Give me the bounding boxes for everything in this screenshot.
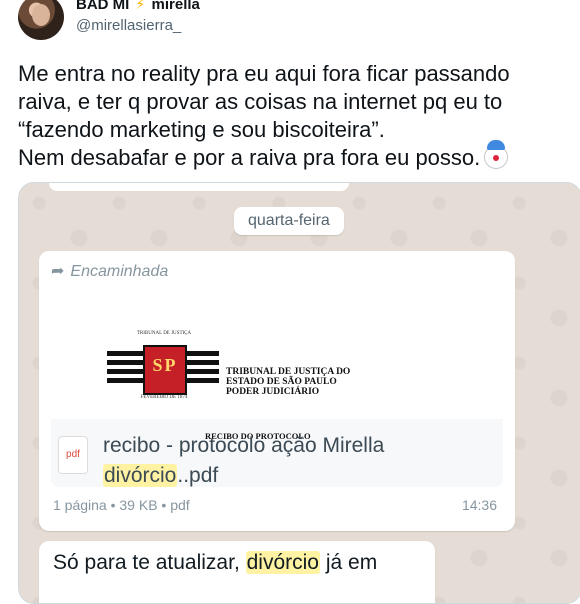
forwarded-text: Encaminhada [70,263,169,280]
text-message: Só para te atualizar, divórcio já em [39,541,435,603]
document-filename: recibo - protocolo ação Mirella divórcio.… [103,431,493,487]
document-attachment[interactable]: TRIBUNAL DE JUSTIÇA SP FEVEREIRO DE 1874… [51,287,503,487]
document-preview: TRIBUNAL DE JUSTIÇA SP FEVEREIRO DE 1874… [51,287,503,419]
message2-prefix: Só para te atualizar, [53,551,246,574]
seal-letters: SP [152,355,178,375]
seal-bottom-text: FEVEREIRO DE 1874 [140,395,188,400]
forward-arrow-icon: ➦ [51,263,65,280]
tweet-media-screenshot[interactable]: quarta-feira ➦ Encaminhada TRIBUNAL DE JU… [18,182,580,604]
court-seal: TRIBUNAL DE JUSTIÇA SP FEVEREIRO DE 1874 [107,331,219,409]
tweet-body: Me entra no reality pra eu aqui fora fic… [18,61,510,170]
court-line-1: TRIBUNAL DE JUSTIÇA DO [226,367,351,377]
display-name-left: BAD MI [76,0,130,13]
filename-highlight: divórcio [103,464,178,487]
court-line-3: PODER JUDICIÁRIO [226,387,320,397]
message2-suffix: já em [320,551,378,574]
clown-face-icon [484,140,509,169]
filename-suffix: ..pdf [177,464,219,487]
message2-highlight: divórcio [245,551,320,574]
lightning-bolt-icon: ⚡ [135,0,146,12]
tweet-header: BAD MI ⚡ mirella @mirellasierra_ [0,0,580,56]
text-message-body: Só para te atualizar, divórcio já em [53,551,377,575]
forwarded-label: ➦ Encaminhada [51,261,168,281]
tweet-text: Me entra no reality pra eu aqui fora fic… [18,60,566,172]
filename-prefix: recibo - protocolo ação Mirella [103,434,385,457]
document-meta: 1 página • 39 KB • pdf [53,497,190,513]
display-name[interactable]: BAD MI ⚡ mirella [76,0,200,13]
pdf-file-icon: pdf [59,437,87,473]
display-name-right: mirella [151,0,200,13]
seal-shield: SP [143,345,187,395]
court-name: TRIBUNAL DE JUSTIÇA DO ESTADO DE SÃO PAU… [226,367,350,397]
seal-top-text: TRIBUNAL DE JUSTIÇA [136,331,192,336]
date-separator: quarta-feira [234,207,344,235]
forwarded-document-message: ➦ Encaminhada TRIBUNAL DE JUSTIÇA SP FEVE… [39,251,515,531]
user-handle[interactable]: @mirellasierra_ [76,17,181,34]
previous-message-bubble [49,183,349,191]
message-time: 14:36 [461,497,497,513]
court-line-2: ESTADO DE SÃO PAULO [226,377,337,387]
avatar[interactable] [18,0,64,40]
